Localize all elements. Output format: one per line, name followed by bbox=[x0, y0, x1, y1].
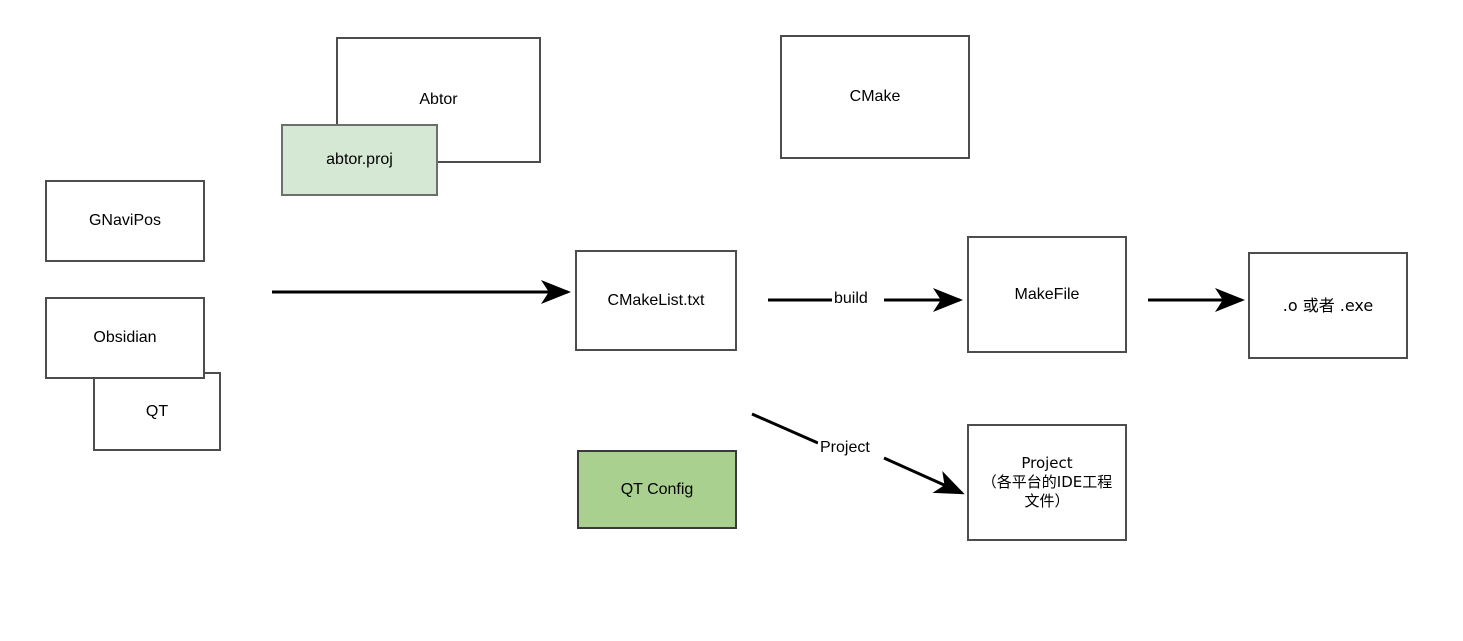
node-makefile[interactable]: MakeFile bbox=[967, 236, 1127, 353]
node-qt-config[interactable]: QT Config bbox=[577, 450, 737, 529]
edge-label-build: build bbox=[832, 290, 870, 307]
node-output[interactable]: .o 或者 .exe bbox=[1248, 252, 1408, 359]
node-abtor-proj[interactable]: abtor.proj bbox=[281, 124, 438, 196]
node-makefile-label: MakeFile bbox=[1014, 285, 1080, 303]
node-gnavipos-label: GNaviPos bbox=[88, 212, 162, 229]
node-project-label: Project （各平台的IDE工程文件） bbox=[981, 454, 1113, 510]
node-project[interactable]: Project （各平台的IDE工程文件） bbox=[967, 424, 1127, 541]
arrow-cmakelist-to-project-lower bbox=[883, 456, 965, 495]
node-cmakelist[interactable]: CMakeList.txt bbox=[575, 250, 737, 351]
node-cmake-label: CMake bbox=[849, 88, 901, 105]
node-abtor-proj-label: abtor.proj bbox=[326, 151, 393, 168]
node-cmake[interactable]: CMake bbox=[780, 35, 970, 159]
node-qt-config-label: QT Config bbox=[620, 480, 694, 498]
edge-label-project: Project bbox=[818, 439, 872, 456]
node-output-label: .o 或者 .exe bbox=[1282, 295, 1374, 315]
diagram-canvas: GNaviPos QT Obsidian Abtor abtor.proj CM… bbox=[0, 0, 1463, 641]
node-cmakelist-label: CMakeList.txt bbox=[607, 291, 705, 309]
node-obsidian-label: Obsidian bbox=[93, 329, 157, 346]
node-qt[interactable]: QT bbox=[93, 372, 221, 451]
node-obsidian[interactable]: Obsidian bbox=[45, 297, 205, 379]
node-abtor-label: Abtor bbox=[419, 91, 458, 108]
node-qt-label: QT bbox=[145, 402, 169, 420]
arrow-cmakelist-to-project-upper bbox=[751, 412, 819, 445]
node-gnavipos[interactable]: GNaviPos bbox=[45, 180, 205, 262]
